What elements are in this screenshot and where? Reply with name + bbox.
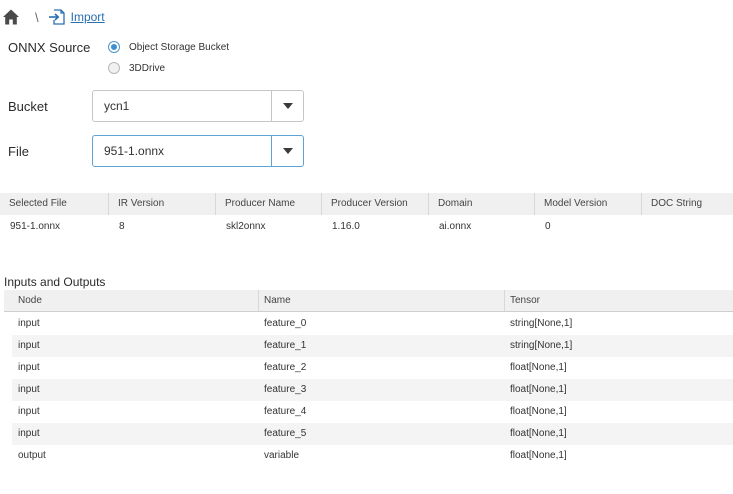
table-row[interactable]: input feature_2 float[None,1] xyxy=(12,357,733,379)
io-table-header: Node Name Tensor xyxy=(4,290,733,312)
node-cell: input xyxy=(18,340,40,351)
column-header[interactable]: Producer Name xyxy=(216,193,322,215)
node-cell: input xyxy=(18,384,40,395)
name-cell: feature_5 xyxy=(264,428,307,439)
table-row[interactable]: input feature_5 float[None,1] xyxy=(12,423,733,445)
radio-3ddrive[interactable]: 3DDrive xyxy=(108,60,165,76)
table-cell: 8 xyxy=(119,221,125,232)
radio-label: Object Storage Bucket xyxy=(129,41,230,53)
bucket-select[interactable]: ycn1 xyxy=(92,90,304,122)
radio-button-checked[interactable] xyxy=(108,41,120,53)
home-icon[interactable] xyxy=(2,8,20,26)
breadcrumb: \ Import xyxy=(2,6,105,28)
breadcrumb-separator: \ xyxy=(35,9,39,25)
file-select-value: 951-1.onnx xyxy=(104,144,165,158)
column-header[interactable]: Model Version xyxy=(535,193,642,215)
column-header[interactable]: Name xyxy=(258,290,504,311)
io-table-body: input feature_0 string[None,1] input fea… xyxy=(12,313,733,467)
column-header[interactable]: Domain xyxy=(429,193,535,215)
table-row[interactable]: input feature_4 float[None,1] xyxy=(12,401,733,423)
column-header[interactable]: Node xyxy=(4,290,258,311)
node-cell: input xyxy=(18,406,40,417)
column-header[interactable]: Tensor xyxy=(504,290,733,311)
table-row[interactable]: input feature_1 string[None,1] xyxy=(12,335,733,357)
name-cell: variable xyxy=(264,450,300,461)
node-cell: input xyxy=(18,428,40,439)
node-cell: input xyxy=(18,362,40,373)
chevron-down-icon xyxy=(282,148,293,154)
name-cell: feature_2 xyxy=(264,362,307,373)
onnx-source-label: ONNX Source xyxy=(8,40,91,55)
node-cell: input xyxy=(18,318,40,329)
name-cell: feature_4 xyxy=(264,406,307,417)
table-cell: skl2onnx xyxy=(226,221,266,232)
table-row[interactable]: output variable float[None,1] xyxy=(12,445,733,467)
tensor-cell: float[None,1] xyxy=(510,406,567,417)
file-info-row: 951-1.onnx 8 skl2onnx 1.16.0 ai.onnx 0 xyxy=(0,216,733,238)
tensor-cell: float[None,1] xyxy=(510,384,567,395)
column-header[interactable]: DOC String xyxy=(642,193,733,215)
bucket-label: Bucket xyxy=(8,99,48,114)
breadcrumb-import-link[interactable]: Import xyxy=(71,10,105,24)
tensor-cell: float[None,1] xyxy=(510,362,567,373)
chevron-down-icon xyxy=(282,103,293,109)
table-cell: 0 xyxy=(545,221,551,232)
tensor-cell: float[None,1] xyxy=(510,428,567,439)
column-header[interactable]: Selected File xyxy=(0,193,109,215)
file-info-header: Selected File IR Version Producer Name P… xyxy=(0,193,733,215)
bucket-dropdown-toggle[interactable] xyxy=(271,91,303,121)
tensor-cell: float[None,1] xyxy=(510,450,567,461)
table-row[interactable]: input feature_0 string[None,1] xyxy=(12,313,733,335)
bucket-select-value: ycn1 xyxy=(104,99,130,113)
table-row[interactable]: input feature_3 float[None,1] xyxy=(12,379,733,401)
file-label: File xyxy=(8,144,29,159)
file-select[interactable]: 951-1.onnx xyxy=(92,135,304,167)
tensor-cell: string[None,1] xyxy=(510,318,573,329)
table-cell: ai.onnx xyxy=(439,221,472,232)
inputs-outputs-title: Inputs and Outputs xyxy=(4,275,106,289)
import-icon xyxy=(48,9,65,25)
column-header[interactable]: IR Version xyxy=(109,193,216,215)
tensor-cell: string[None,1] xyxy=(510,340,573,351)
column-header[interactable]: Producer Version xyxy=(322,193,429,215)
name-cell: feature_3 xyxy=(264,384,307,395)
table-cell xyxy=(642,216,733,238)
radio-label: 3DDrive xyxy=(129,62,166,74)
name-cell: feature_0 xyxy=(264,318,307,329)
radio-button-unchecked[interactable] xyxy=(108,62,120,74)
table-cell: 1.16.0 xyxy=(332,221,360,232)
table-cell: 951-1.onnx xyxy=(10,221,61,232)
file-dropdown-toggle[interactable] xyxy=(271,136,303,166)
name-cell: feature_1 xyxy=(264,340,307,351)
node-cell: output xyxy=(18,450,46,461)
radio-object-storage-bucket[interactable]: Object Storage Bucket xyxy=(108,39,229,55)
